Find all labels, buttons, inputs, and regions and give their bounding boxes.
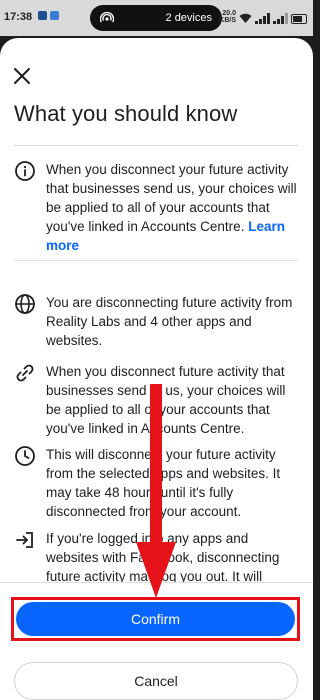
divider [14,260,298,261]
signal-icon [255,13,270,24]
globe-icon [15,294,35,314]
linkedin-notification-icon [38,11,47,20]
hotspot-pill[interactable]: 2 devices [90,5,222,31]
status-time: 17:38 [4,11,33,23]
sheet-footer: Confirm Cancel [0,582,313,700]
cloud-notification-icon [50,11,59,20]
logout-icon [16,532,33,548]
devices-count: 2 devices [165,12,212,24]
hotspot-icon [100,11,114,23]
cancel-button[interactable]: Cancel [14,662,298,700]
confirm-button[interactable]: Confirm [16,602,295,636]
annotation-arrow [136,384,176,598]
status-bar: 17:38 2 devices 20.0 KB/S [0,0,313,36]
link-icon [16,364,34,382]
divider [14,145,298,146]
signal-icon-2 [273,13,288,24]
annotation-highlight-box: Confirm [11,597,300,641]
page-title: What you should know [14,101,238,126]
clock-icon [15,446,35,466]
close-icon[interactable] [10,64,34,88]
status-icons: 20.0 KB/S [219,10,307,24]
info-sheet: What you should know When you disconnect… [0,38,313,700]
list-item-text: You are disconnecting future activity fr… [46,295,293,348]
info-icon [15,161,35,181]
network-speed: 20.0 KB/S [219,10,236,24]
battery-icon [291,14,307,24]
wifi-icon [239,13,252,23]
